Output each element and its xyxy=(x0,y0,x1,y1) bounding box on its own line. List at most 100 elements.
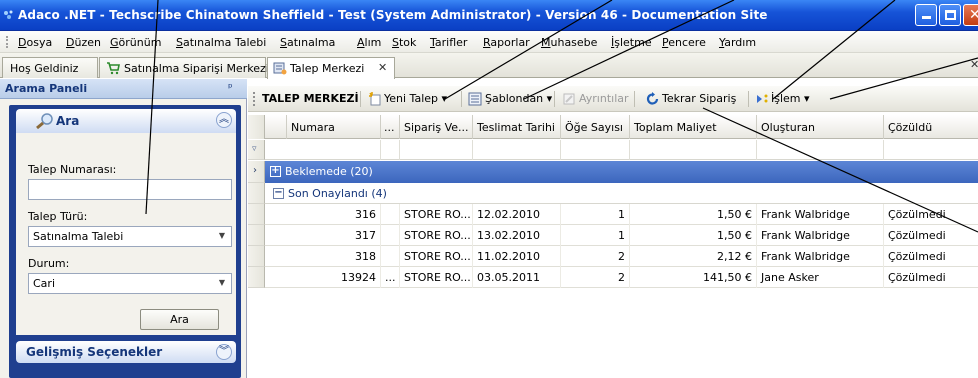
tab-hos-geldiniz[interactable]: Hoş Geldiniz xyxy=(2,57,98,78)
row-header[interactable] xyxy=(248,183,265,204)
filter-icon: ▿ xyxy=(252,144,257,154)
new-request-button[interactable]: Yeni Talep ▾ xyxy=(384,92,447,105)
close-all-tabs-icon[interactable]: ✕ xyxy=(970,58,978,71)
tab-satinalma-siparisi-merkezi[interactable]: Satınalma Siparişi Merkezi xyxy=(99,57,269,78)
column-header-siparis[interactable]: Sipariş Ve... xyxy=(400,115,473,139)
table-row[interactable]: 318 STORE RO... 11.02.2010 2 2,12 € Fran… xyxy=(265,246,978,267)
expand-plus-icon[interactable]: + xyxy=(270,166,281,177)
toolbar-grip xyxy=(253,92,255,106)
requests-grid: Numara ... Sipariş Ve... Teslimat Tarihi… xyxy=(248,115,978,378)
tab-talep-merkezi[interactable]: Talep Merkezi ✕ xyxy=(267,57,395,79)
filter-cell[interactable] xyxy=(400,140,473,160)
table-row[interactable]: 316 STORE RO... 12.02.2010 1 1,50 € Fran… xyxy=(265,204,978,225)
maximize-button[interactable] xyxy=(939,4,961,26)
expand-chevron-icon[interactable]: ︾ xyxy=(216,344,232,360)
minimize-button[interactable] xyxy=(915,4,937,26)
group-row-son-onaylandi[interactable]: − Son Onaylandı (4) xyxy=(265,183,978,204)
close-tab-icon[interactable]: ✕ xyxy=(378,61,387,74)
row-header[interactable] xyxy=(248,204,265,225)
menu-stok[interactable]: Stok xyxy=(392,36,416,49)
filter-cell[interactable] xyxy=(630,140,757,160)
filter-cell[interactable] xyxy=(757,140,884,160)
filter-cell[interactable] xyxy=(381,140,400,160)
filter-cell[interactable] xyxy=(473,140,561,160)
details-button[interactable]: Ayrıntılar xyxy=(579,92,629,105)
reorder-button[interactable]: Tekrar Sipariş xyxy=(662,92,736,105)
cell-oge-sayisi: 1 xyxy=(561,225,630,246)
new-request-icon xyxy=(369,92,381,106)
column-header-dots[interactable]: ... xyxy=(381,115,400,139)
row-header[interactable]: › xyxy=(248,161,265,183)
advanced-options-header[interactable]: Gelişmiş Seçenekler ︾ xyxy=(16,341,236,363)
close-window-button[interactable]: ✕ xyxy=(963,4,978,26)
header-indent xyxy=(265,115,287,139)
request-center-toolbar: TALEP MERKEZİ Yeni Talep ▾ Şablondan ▾ A… xyxy=(248,86,978,112)
collapse-minus-icon[interactable]: − xyxy=(273,188,284,199)
talep-numarasi-label: Talep Numarası: xyxy=(28,163,117,176)
menu-grip xyxy=(6,36,8,48)
search-panel-header: Arama Paneli ᵖ xyxy=(0,79,247,99)
cart-icon xyxy=(107,62,120,75)
pin-icon[interactable]: ᵖ xyxy=(228,81,233,94)
cell-dots: ... xyxy=(381,267,400,288)
search-group-header[interactable]: Ara ︽ xyxy=(16,109,236,133)
menu-satinalma[interactable]: Satınalma xyxy=(280,36,335,49)
group-row-beklemede[interactable]: + Beklemede (20) xyxy=(265,161,978,183)
filter-cell[interactable] xyxy=(287,140,381,160)
reorder-icon xyxy=(646,92,659,105)
action-button[interactable]: İşlem ▾ xyxy=(771,92,810,105)
menu-dosya[interactable]: Dosya xyxy=(18,36,52,49)
cell-numara: 317 xyxy=(287,225,381,246)
talep-turu-select[interactable]: Satınalma Talebi ▼ xyxy=(28,226,232,247)
collapse-chevron-icon[interactable]: ︽ xyxy=(216,112,232,128)
header-corner xyxy=(248,115,265,139)
requisition-icon xyxy=(273,62,287,75)
cell-olusturan: Frank Walbridge xyxy=(757,225,884,246)
menu-duzen[interactable]: Düzen xyxy=(66,36,101,49)
tab-label: Talep Merkezi xyxy=(290,62,365,75)
menu-satinalma-talebi[interactable]: Satınalma Talebi xyxy=(176,36,266,49)
cell-dots xyxy=(381,246,400,267)
group-label: Son Onaylandı (4) xyxy=(288,187,387,200)
cell-numara: 318 xyxy=(287,246,381,267)
close-icon: ✕ xyxy=(969,7,978,23)
cell-siparis: STORE RO... xyxy=(400,267,473,288)
menu-isletme[interactable]: İşletme xyxy=(611,36,652,49)
durum-value: Cari xyxy=(33,277,55,290)
menu-raporlar[interactable]: Raporlar xyxy=(483,36,530,49)
menu-gorunum[interactable]: Görünüm xyxy=(110,36,161,49)
cell-teslimat: 13.02.2010 xyxy=(473,225,561,246)
talep-numarasi-input[interactable] xyxy=(28,179,232,200)
search-button[interactable]: Ara xyxy=(140,309,219,330)
toolbar-separator xyxy=(554,91,555,107)
filter-row[interactable] xyxy=(265,140,978,160)
row-header[interactable] xyxy=(248,267,265,288)
cell-toplam-maliyet: 1,50 € xyxy=(630,225,757,246)
minimize-icon xyxy=(922,16,931,19)
filter-cell[interactable] xyxy=(561,140,630,160)
menu-yardim[interactable]: Yardım xyxy=(719,36,756,49)
row-header[interactable] xyxy=(248,246,265,267)
from-template-button[interactable]: Şablondan ▾ xyxy=(485,92,552,105)
column-header-cozuldu[interactable]: Çözüldü xyxy=(884,115,978,139)
toolbar-separator xyxy=(461,91,462,107)
table-row[interactable]: 317 STORE RO... 13.02.2010 1 1,50 € Fran… xyxy=(265,225,978,246)
column-header-numara[interactable]: Numara xyxy=(287,115,381,139)
cell-cozuldu: Çözülmedi xyxy=(888,250,946,263)
cell-siparis: STORE RO... xyxy=(400,246,473,267)
menu-muhasebe[interactable]: Muhasebe xyxy=(541,36,597,49)
row-header[interactable] xyxy=(248,225,265,246)
table-row[interactable]: 13924 ... STORE RO... 03.05.2011 2 141,5… xyxy=(265,267,978,288)
column-header-teslimat[interactable]: Teslimat Tarihi xyxy=(473,115,561,139)
column-header-olusturan[interactable]: Oluşturan xyxy=(757,115,884,139)
search-panel: Arama Paneli ᵖ Ara ︽ Talep Numarası: Tal… xyxy=(0,79,247,378)
column-header-toplam-maliyet[interactable]: Toplam Maliyet xyxy=(630,115,757,139)
menu-alim[interactable]: Alım xyxy=(357,36,381,49)
dropdown-arrow-icon: ▼ xyxy=(218,278,225,287)
menu-pencere[interactable]: Pencere xyxy=(662,36,706,49)
menu-tarifler[interactable]: Tarifler xyxy=(430,36,467,49)
durum-select[interactable]: Cari ▼ xyxy=(28,273,232,294)
column-header-oge-sayisi[interactable]: Öğe Sayısı xyxy=(561,115,630,139)
cell-dots xyxy=(381,204,400,225)
toolbar-title: TALEP MERKEZİ xyxy=(262,92,359,105)
